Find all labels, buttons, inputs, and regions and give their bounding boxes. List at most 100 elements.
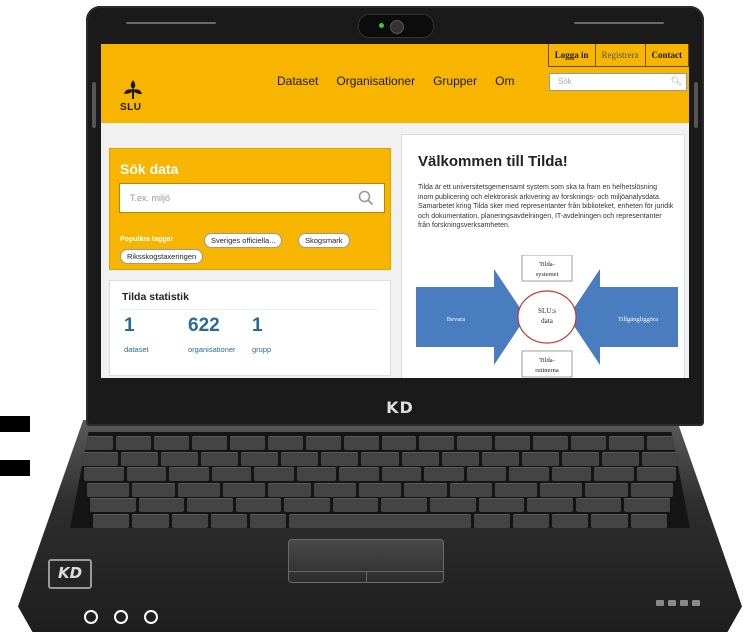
keyboard-key[interactable] (636, 467, 676, 481)
keyboard-key[interactable] (430, 498, 476, 512)
keyboard-key[interactable] (235, 498, 282, 512)
tag-riksskogstaxeringen[interactable]: Riksskogstaxeringen (120, 249, 204, 264)
keyboard-key[interactable] (267, 436, 303, 450)
search-icon[interactable]: 🔍︎ (671, 76, 682, 87)
keyboard-key[interactable] (268, 482, 311, 497)
keyboard-key[interactable] (449, 482, 492, 497)
keyboard-key[interactable] (281, 451, 319, 466)
keyboard-key[interactable] (321, 451, 359, 466)
stat-dataset-label[interactable]: dataset (124, 345, 149, 354)
keyboard-key[interactable] (339, 467, 379, 481)
keyboard-key[interactable] (571, 436, 607, 450)
search-icon[interactable] (358, 190, 374, 206)
keyboard-key[interactable] (630, 513, 667, 528)
touchpad-buttons[interactable] (289, 571, 443, 582)
keyboard-key[interactable] (404, 482, 447, 497)
keyboard-key[interactable] (601, 451, 639, 466)
touchpad[interactable] (288, 539, 444, 583)
nav-grupper[interactable]: Grupper (433, 74, 477, 88)
login-link[interactable]: Logga in (549, 44, 596, 66)
search-data-input[interactable]: T.ex. miljö (119, 183, 385, 213)
register-link[interactable]: Registrera (596, 44, 646, 66)
keyboard-key[interactable] (509, 467, 549, 481)
keyboard-key[interactable] (540, 482, 583, 497)
keyboard-key[interactable] (187, 498, 233, 512)
keyboard-key[interactable] (609, 436, 645, 450)
keyboard-key[interactable] (229, 436, 265, 450)
keyboard-key[interactable] (343, 436, 379, 450)
keyboard-key[interactable] (630, 482, 674, 497)
keyboard-key[interactable] (473, 513, 510, 528)
keyboard-key[interactable] (527, 498, 573, 512)
header-search-input[interactable]: Sök 🔍︎ (549, 73, 687, 91)
keyboard-key[interactable] (284, 498, 330, 512)
keyboard-key[interactable] (132, 482, 175, 497)
keyboard-key[interactable] (254, 467, 294, 481)
keyboard-key[interactable] (561, 451, 599, 466)
nav-dataset[interactable]: Dataset (277, 74, 318, 88)
keyboard-key[interactable] (161, 451, 199, 466)
keyboard-key[interactable] (624, 498, 670, 512)
keyboard-key[interactable] (171, 513, 208, 528)
keyboard-key[interactable] (177, 482, 220, 497)
keyboard-key[interactable] (210, 513, 248, 528)
keyboard-key[interactable] (121, 451, 159, 466)
stat-group-label[interactable]: grupp (252, 345, 271, 354)
keyboard-key[interactable] (90, 498, 136, 512)
keyboard-key[interactable] (381, 436, 417, 450)
keyboard-key[interactable] (211, 467, 251, 481)
contact-link[interactable]: Contact (646, 44, 689, 66)
keyboard-key[interactable] (250, 513, 287, 528)
keyboard-key[interactable] (521, 451, 559, 466)
keyboard-key[interactable] (481, 451, 519, 466)
keyboard-key[interactable] (424, 467, 464, 481)
keyboard-key[interactable] (466, 467, 506, 481)
keyboard-key[interactable] (533, 436, 569, 450)
keyboard-key[interactable] (332, 498, 379, 512)
nav-om[interactable]: Om (495, 74, 514, 88)
stat-organisation-count[interactable]: 622 (188, 315, 220, 337)
keyboard-key[interactable] (358, 482, 402, 497)
keyboard-key[interactable] (138, 498, 185, 512)
keyboard-key[interactable] (81, 451, 119, 466)
keyboard-key[interactable] (381, 467, 421, 481)
keyboard-key[interactable] (222, 482, 266, 497)
keyboard-key[interactable] (132, 513, 169, 528)
keyboard-key[interactable] (478, 498, 525, 512)
keyboard-key[interactable] (381, 498, 428, 512)
keyboard-key[interactable] (115, 436, 151, 450)
keyboard-key[interactable] (296, 467, 336, 481)
keyboard-key[interactable] (361, 451, 399, 466)
keyboard-key[interactable] (512, 513, 550, 528)
keyboard-key[interactable] (591, 513, 628, 528)
tag-skogsmark[interactable]: Skogsmark (298, 233, 350, 248)
keyboard-key[interactable] (313, 482, 356, 497)
stat-dataset-count[interactable]: 1 (124, 315, 135, 337)
keyboard-key[interactable] (401, 451, 439, 466)
keyboard-key[interactable] (305, 436, 341, 450)
keyboard-key[interactable] (641, 451, 679, 466)
keyboard-key[interactable] (575, 498, 622, 512)
keyboard-key[interactable] (93, 513, 130, 528)
stat-group-count[interactable]: 1 (252, 315, 263, 337)
keyboard-key[interactable] (457, 436, 493, 450)
keyboard-key[interactable] (419, 436, 455, 450)
keyboard-key[interactable] (441, 451, 479, 466)
keyboard-key[interactable] (241, 451, 279, 466)
keyboard-key[interactable] (495, 436, 531, 450)
keyboard-key[interactable] (594, 467, 634, 481)
keyboard-key[interactable] (585, 482, 628, 497)
keyboard-key[interactable] (84, 467, 124, 481)
keyboard-key[interactable] (201, 451, 239, 466)
nav-organisationer[interactable]: Organisationer (336, 74, 415, 88)
keyboard-key[interactable] (551, 467, 591, 481)
keyboard-key[interactable] (126, 467, 166, 481)
keyboard-key[interactable] (289, 513, 471, 528)
keyboard-key[interactable] (153, 436, 189, 450)
keyboard-key[interactable] (494, 482, 538, 497)
keyboard-key[interactable] (191, 436, 227, 450)
keyboard-key[interactable] (87, 482, 130, 497)
keyboard-key[interactable] (169, 467, 209, 481)
keyboard-key[interactable] (552, 513, 589, 528)
stat-organisation-label[interactable]: organisationer (188, 345, 236, 354)
